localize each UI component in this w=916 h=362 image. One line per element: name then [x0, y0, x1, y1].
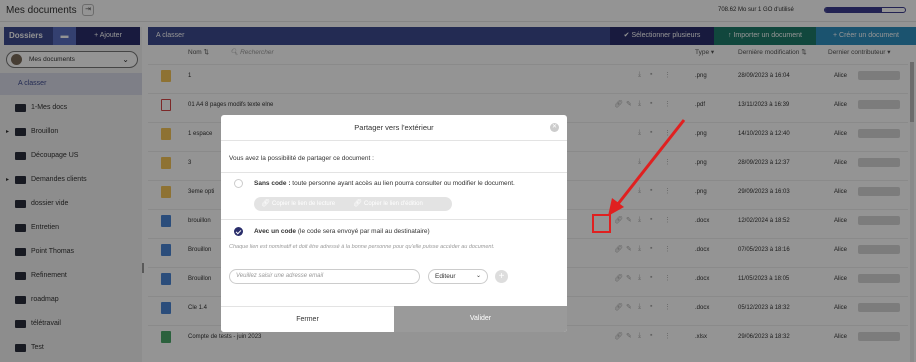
arrow-shaft — [616, 119, 686, 205]
annotation-highlight-box — [592, 214, 611, 233]
annotation-arrow — [608, 119, 686, 216]
